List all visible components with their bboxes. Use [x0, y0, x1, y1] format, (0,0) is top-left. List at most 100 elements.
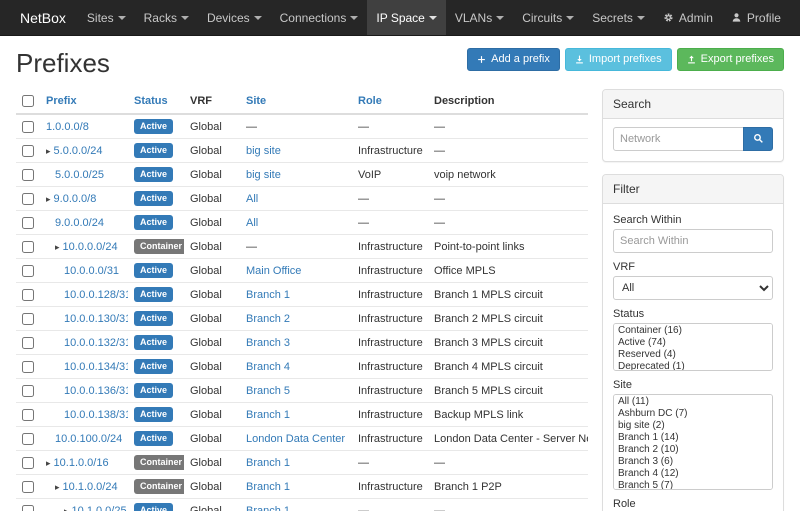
filter-option[interactable]: Container (16) [615, 325, 771, 337]
prefix-link[interactable]: 10.0.0.130/31 [64, 313, 128, 325]
row-checkbox[interactable] [22, 433, 34, 445]
prefix-link[interactable]: 10.0.0.132/31 [64, 337, 128, 349]
prefix-link[interactable]: 1.0.0.0/8 [46, 121, 89, 133]
import-prefixes-button[interactable]: Import prefixes [565, 48, 672, 71]
row-checkbox[interactable] [22, 169, 34, 181]
nav-item-ip-space[interactable]: IP Space [367, 0, 445, 35]
row-checkbox[interactable] [22, 313, 34, 325]
filter-option[interactable]: Reserved (4) [615, 349, 771, 361]
row-checkbox[interactable] [22, 337, 34, 349]
nav-item-racks[interactable]: Racks [135, 0, 198, 35]
site-link[interactable]: Branch 5 [246, 385, 290, 397]
filter-option[interactable]: Branch 1 (14) [615, 432, 771, 444]
row-checkbox[interactable] [22, 241, 34, 253]
prefix-link[interactable]: 10.0.0.134/31 [64, 361, 128, 373]
nav-item-vlans[interactable]: VLANs [446, 0, 513, 35]
row-checkbox[interactable] [22, 385, 34, 397]
column-header-description: Description [428, 89, 588, 114]
status-badge: Container [134, 455, 184, 470]
filter-option[interactable]: Branch 3 (6) [615, 456, 771, 468]
row-checkbox[interactable] [22, 409, 34, 421]
row-checkbox[interactable] [22, 361, 34, 373]
site-link[interactable]: London Data Center [246, 433, 345, 445]
row-checkbox[interactable] [22, 145, 34, 157]
prefix-indent [46, 369, 64, 370]
prefix-link[interactable]: 10.1.0.0/24 [63, 481, 118, 493]
column-header-prefix[interactable]: Prefix [40, 89, 128, 114]
site-link[interactable]: All [246, 193, 258, 205]
site-link[interactable]: Branch 1 [246, 505, 290, 511]
site-filter-listbox[interactable]: All (11)Ashburn DC (7)big site (2)Branch… [613, 394, 773, 490]
nav-item-connections[interactable]: Connections [271, 0, 368, 35]
site-link[interactable]: All [246, 217, 258, 229]
prefix-link[interactable]: 9.0.0.0/24 [55, 217, 104, 229]
column-header-site[interactable]: Site [240, 89, 352, 114]
site-link[interactable]: big site [246, 169, 281, 181]
row-checkbox[interactable] [22, 217, 34, 229]
site-link[interactable]: Branch 3 [246, 337, 290, 349]
prefix-link[interactable]: 9.0.0.0/8 [54, 193, 97, 205]
gear-icon [663, 12, 674, 23]
site-link[interactable]: Branch 2 [246, 313, 290, 325]
profile-link[interactable]: Profile [722, 0, 790, 35]
description-cell: Branch 5 MPLS circuit [428, 379, 588, 403]
row-checkbox[interactable] [22, 289, 34, 301]
admin-link[interactable]: Admin [654, 0, 722, 35]
add-prefix-button[interactable]: Add a prefix [467, 48, 560, 71]
status-filter-listbox[interactable]: Container (16)Active (74)Reserved (4)Dep… [613, 323, 773, 371]
sidebar: Search Filter [602, 89, 784, 511]
prefix-link[interactable]: 10.0.0.136/31 [64, 385, 128, 397]
filter-option[interactable]: Deprecated (1) [615, 361, 771, 371]
row-checkbox[interactable] [22, 265, 34, 277]
site-link[interactable]: Branch 1 [246, 457, 290, 469]
brand-logo[interactable]: NetBox [8, 0, 78, 35]
prefix-indent [46, 489, 55, 490]
filter-option[interactable]: Ashburn DC (7) [615, 408, 771, 420]
export-prefixes-button[interactable]: Export prefixes [677, 48, 784, 71]
search-within-input[interactable] [613, 229, 773, 253]
select-all-checkbox[interactable] [22, 95, 34, 107]
prefix-link[interactable]: 10.0.0.138/31 [64, 409, 128, 421]
nav-item-secrets[interactable]: Secrets [583, 0, 654, 35]
logout-link[interactable]: Log out [790, 0, 800, 35]
row-checkbox[interactable] [22, 505, 34, 511]
prefix-link[interactable]: 5.0.0.0/25 [55, 169, 104, 181]
prefix-link[interactable]: 10.0.0.128/31 [64, 289, 128, 301]
nav-item-circuits[interactable]: Circuits [513, 0, 583, 35]
filter-option[interactable]: big site (2) [615, 420, 771, 432]
site-link[interactable]: Branch 4 [246, 361, 290, 373]
search-button[interactable] [743, 127, 773, 151]
prefix-link[interactable]: 10.0.0.0/31 [64, 265, 119, 277]
search-input[interactable] [613, 127, 744, 151]
row-checkbox[interactable] [22, 193, 34, 205]
nav-item-sites[interactable]: Sites [78, 0, 135, 35]
search-panel-title: Search [603, 90, 783, 119]
row-checkbox[interactable] [22, 121, 34, 133]
prefix-link[interactable]: 10.0.0.0/24 [63, 241, 118, 253]
filter-option[interactable]: All (11) [615, 396, 771, 408]
nav-item-devices[interactable]: Devices [198, 0, 271, 35]
filter-option[interactable]: Branch 5 (7) [615, 480, 771, 490]
prefix-link[interactable]: 10.1.0.0/25 [72, 505, 127, 511]
status-badge: Active [134, 359, 173, 374]
site-link[interactable]: Branch 1 [246, 289, 290, 301]
prefix-link[interactable]: 10.1.0.0/16 [54, 457, 109, 469]
vrf-select[interactable]: All [613, 276, 773, 300]
prefix-link[interactable]: 5.0.0.0/24 [54, 145, 103, 157]
site-link[interactable]: Main Office [246, 265, 301, 277]
column-header-status[interactable]: Status [128, 89, 184, 114]
prefix-link[interactable]: 10.0.100.0/24 [55, 433, 122, 445]
status-badge: Container [134, 479, 184, 494]
site-link[interactable]: Branch 1 [246, 409, 290, 421]
site-link[interactable]: big site [246, 145, 281, 157]
row-checkbox[interactable] [22, 457, 34, 469]
filter-option[interactable]: Active (74) [615, 337, 771, 349]
table-row: ▸10.1.0.0/16 Container Global Branch 1 —… [16, 451, 588, 475]
filter-option[interactable]: Branch 4 (12) [615, 468, 771, 480]
site-link[interactable]: Branch 1 [246, 481, 290, 493]
filter-option[interactable]: Branch 2 (10) [615, 444, 771, 456]
user-icon [731, 12, 742, 23]
row-checkbox[interactable] [22, 481, 34, 493]
column-header-role[interactable]: Role [352, 89, 428, 114]
role-cell: Infrastructure [352, 307, 428, 331]
